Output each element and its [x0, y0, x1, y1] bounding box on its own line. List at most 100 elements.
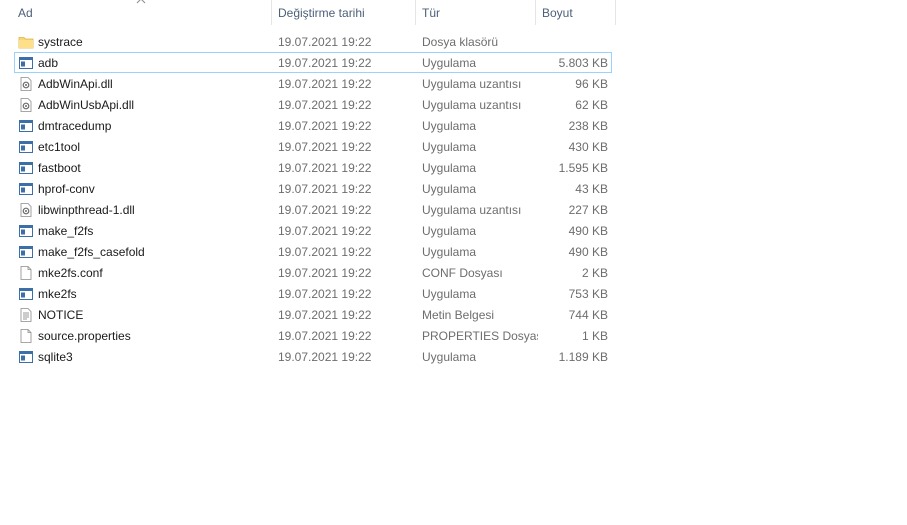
file-name: mke2fs.conf: [38, 266, 103, 280]
file-size: 490 KB: [568, 224, 608, 238]
file-row[interactable]: dmtracedump 19.07.2021 19:22 Uygulama 238 K…: [14, 115, 612, 136]
file-name: adb: [38, 56, 59, 70]
application-icon: [18, 181, 34, 197]
file-name: libwinpthread-1.dll: [38, 203, 135, 217]
file-name: dmtracedump: [38, 119, 112, 133]
file-type: CONF Dosyası: [422, 266, 503, 280]
file-size: 1 KB: [581, 329, 608, 343]
file-name: etc1tool: [38, 140, 81, 154]
text-document-icon: [18, 307, 34, 323]
file-name: AdbWinApi.dll: [38, 77, 113, 91]
file-type: Metin Belgesi: [422, 308, 495, 322]
application-icon: [18, 160, 34, 176]
file-row[interactable]: adb 19.07.2021 19:22 Uygulama 5.803 KB: [14, 52, 612, 73]
file-name: systrace: [38, 35, 83, 49]
file-size: 5.803 KB: [558, 56, 608, 70]
file-name: make_f2fs_casefold: [38, 245, 145, 259]
file-size: 430 KB: [568, 140, 608, 154]
file-name: AdbWinUsbApi.dll: [38, 98, 135, 112]
file-date: 19.07.2021 19:22: [278, 119, 372, 133]
file-date: 19.07.2021 19:22: [278, 350, 372, 364]
file-date: 19.07.2021 19:22: [278, 98, 372, 112]
file-row[interactable]: NOTICE 19.07.2021 19:22 Metin Belgesi 744 K…: [14, 304, 612, 325]
file-row[interactable]: make_f2fs_casefold 19.07.2021 19:22 Uygula…: [14, 241, 612, 262]
file-date: 19.07.2021 19:22: [278, 77, 372, 91]
file-date: 19.07.2021 19:22: [278, 182, 372, 196]
file-type: Uygulama: [422, 287, 477, 301]
application-icon: [18, 55, 34, 71]
file-type: PROPERTIES Dosyası: [422, 329, 538, 343]
folder-icon: [18, 34, 34, 50]
file-name: hprof-conv: [38, 182, 95, 196]
file-date: 19.07.2021 19:22: [278, 224, 372, 238]
file-name: make_f2fs: [38, 224, 94, 238]
file-row[interactable]: etc1tool 19.07.2021 19:22 Uygulama 430 KB: [14, 136, 612, 157]
dll-icon: [18, 202, 34, 218]
file-row[interactable]: make_f2fs 19.07.2021 19:22 Uygulama 490 KB: [14, 220, 612, 241]
file-date: 19.07.2021 19:22: [278, 266, 372, 280]
file-type: Uygulama: [422, 224, 477, 238]
file-type: Uygulama: [422, 119, 477, 133]
file-size: 62 KB: [575, 98, 608, 112]
column-header-type[interactable]: Tür: [416, 0, 536, 25]
file-row[interactable]: libwinpthread-1.dll 19.07.2021 19:22 Uygul…: [14, 199, 612, 220]
file-row[interactable]: AdbWinUsbApi.dll 19.07.2021 19:22 Uygulama…: [14, 94, 612, 115]
file-row[interactable]: AdbWinApi.dll 19.07.2021 19:22 Uygulama uz…: [14, 73, 612, 94]
file-row[interactable]: hprof-conv 19.07.2021 19:22 Uygulama 43 KB: [14, 178, 612, 199]
file-size: 753 KB: [568, 287, 608, 301]
file-date: 19.07.2021 19:22: [278, 56, 372, 70]
file-size: 1.189 KB: [558, 350, 608, 364]
file-type: Uygulama: [422, 161, 477, 175]
file-size: 1.595 KB: [558, 161, 608, 175]
file-type: Uygulama: [422, 245, 477, 259]
file-size: 744 KB: [568, 308, 608, 322]
application-icon: [18, 118, 34, 134]
file-type: Uygulama: [422, 182, 477, 196]
file-icon: [18, 265, 34, 281]
file-type: Uygulama: [422, 350, 477, 364]
file-date: 19.07.2021 19:22: [278, 35, 372, 49]
file-size: 43 KB: [575, 182, 608, 196]
file-list: systrace 19.07.2021 19:22 Dosya klasörü adb…: [14, 31, 612, 367]
file-row[interactable]: fastboot 19.07.2021 19:22 Uygulama 1.595 KB: [14, 157, 612, 178]
file-icon: [18, 328, 34, 344]
file-size: 227 KB: [568, 203, 608, 217]
file-row[interactable]: sqlite3 19.07.2021 19:22 Uygulama 1.189 KB: [14, 346, 612, 367]
file-type: Uygulama: [422, 140, 477, 154]
file-row[interactable]: mke2fs 19.07.2021 19:22 Uygulama 753 KB: [14, 283, 612, 304]
file-size: 2 KB: [581, 266, 608, 280]
file-size: 238 KB: [568, 119, 608, 133]
column-header-date[interactable]: Değiştirme tarihi: [272, 0, 416, 25]
file-type: Uygulama uzantısı: [422, 203, 522, 217]
file-name: mke2fs: [38, 287, 77, 301]
column-header-size[interactable]: Boyut: [536, 0, 616, 25]
application-icon: [18, 286, 34, 302]
file-date: 19.07.2021 19:22: [278, 161, 372, 175]
file-type: Uygulama uzantısı: [422, 98, 522, 112]
file-date: 19.07.2021 19:22: [278, 140, 372, 154]
file-date: 19.07.2021 19:22: [278, 329, 372, 343]
application-icon: [18, 223, 34, 239]
file-size: 490 KB: [568, 245, 608, 259]
column-header: Ad Değiştirme tarihi Tür Boyut: [0, 0, 616, 25]
file-date: 19.07.2021 19:22: [278, 308, 372, 322]
file-name: NOTICE: [38, 308, 84, 322]
file-name: sqlite3: [38, 350, 73, 364]
dll-icon: [18, 97, 34, 113]
file-name: source.properties: [38, 329, 131, 343]
file-date: 19.07.2021 19:22: [278, 287, 372, 301]
application-icon: [18, 244, 34, 260]
file-row[interactable]: mke2fs.conf 19.07.2021 19:22 CONF Dosyası 2…: [14, 262, 612, 283]
file-size: [537, 32, 608, 51]
file-date: 19.07.2021 19:22: [278, 245, 372, 259]
file-row[interactable]: source.properties 19.07.2021 19:22 PROPERT…: [14, 325, 612, 346]
file-type: Dosya klasörü: [422, 35, 499, 49]
file-name: fastboot: [38, 161, 81, 175]
file-size: 96 KB: [575, 77, 608, 91]
file-row[interactable]: systrace 19.07.2021 19:22 Dosya klasörü: [14, 31, 612, 52]
application-icon: [18, 139, 34, 155]
dll-icon: [18, 76, 34, 92]
chevron-up-icon: [136, 0, 146, 4]
file-type: Uygulama uzantısı: [422, 77, 522, 91]
file-date: 19.07.2021 19:22: [278, 203, 372, 217]
